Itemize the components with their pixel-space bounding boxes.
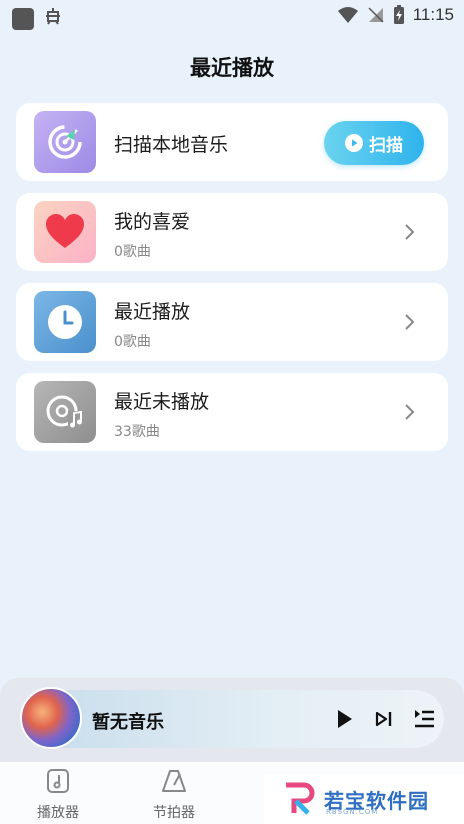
favorites-count: 0歌曲 bbox=[114, 244, 151, 260]
mini-player[interactable]: 暂无音乐 bbox=[20, 687, 444, 749]
mini-player-container: 暂无音乐 bbox=[0, 678, 464, 762]
scan-button-label: 扫描 bbox=[369, 135, 403, 156]
status-bar: 11:15 bbox=[0, 0, 464, 32]
recently-unplayed-card[interactable]: 最近未播放 33歌曲 bbox=[16, 373, 448, 451]
watermark-sub: RBSGN.COM bbox=[326, 808, 379, 816]
favorites-card[interactable]: 我的喜爱 0歌曲 bbox=[16, 193, 448, 271]
album-art-disc bbox=[20, 687, 82, 749]
signal-off-icon bbox=[368, 7, 384, 23]
unplayed-title: 最近未播放 bbox=[114, 391, 210, 413]
tab-player[interactable]: 播放器 bbox=[18, 768, 98, 822]
next-track-icon[interactable] bbox=[372, 706, 396, 732]
scan-button[interactable]: 扫描 bbox=[324, 121, 424, 165]
chevron-right-icon bbox=[405, 224, 415, 240]
tab-player-label: 播放器 bbox=[37, 805, 79, 821]
music-note-icon bbox=[47, 769, 69, 793]
playlist-icon[interactable] bbox=[412, 706, 436, 732]
wifi-icon bbox=[337, 7, 358, 23]
tab-metronome[interactable]: 节拍器 bbox=[134, 768, 214, 822]
play-icon[interactable] bbox=[332, 706, 356, 732]
recent-count: 0歌曲 bbox=[114, 334, 151, 350]
scan-card-title: 扫描本地音乐 bbox=[114, 134, 229, 156]
metronome-icon bbox=[162, 770, 186, 792]
recent-title: 最近播放 bbox=[114, 301, 191, 323]
status-left bbox=[12, 6, 64, 32]
status-right: 11:15 bbox=[337, 5, 454, 25]
favorites-title: 我的喜爱 bbox=[114, 211, 191, 233]
app-notification-icon bbox=[12, 8, 34, 30]
scan-local-music-card: 扫描本地音乐 扫描 bbox=[16, 103, 448, 181]
r-logo-icon bbox=[286, 782, 315, 815]
watermark-logo: 若宝软件园 RBSGN.COM bbox=[264, 774, 464, 824]
unplayed-count: 33歌曲 bbox=[114, 424, 160, 440]
debug-bug-icon bbox=[42, 6, 64, 32]
recent-played-card[interactable]: 最近播放 0歌曲 bbox=[16, 283, 448, 361]
heart-icon bbox=[34, 201, 96, 263]
player-track-title: 暂无音乐 bbox=[92, 712, 164, 733]
status-time: 11:15 bbox=[412, 5, 454, 24]
page-title: 最近播放 bbox=[190, 56, 274, 80]
battery-charging-icon bbox=[393, 5, 404, 24]
tab-metronome-label: 节拍器 bbox=[153, 805, 195, 821]
radar-scan-icon bbox=[34, 111, 96, 173]
chevron-right-icon bbox=[405, 404, 415, 420]
chevron-right-icon bbox=[405, 314, 415, 330]
disc-music-icon bbox=[34, 381, 96, 443]
clock-icon bbox=[34, 291, 96, 353]
play-circle-icon bbox=[345, 134, 363, 152]
